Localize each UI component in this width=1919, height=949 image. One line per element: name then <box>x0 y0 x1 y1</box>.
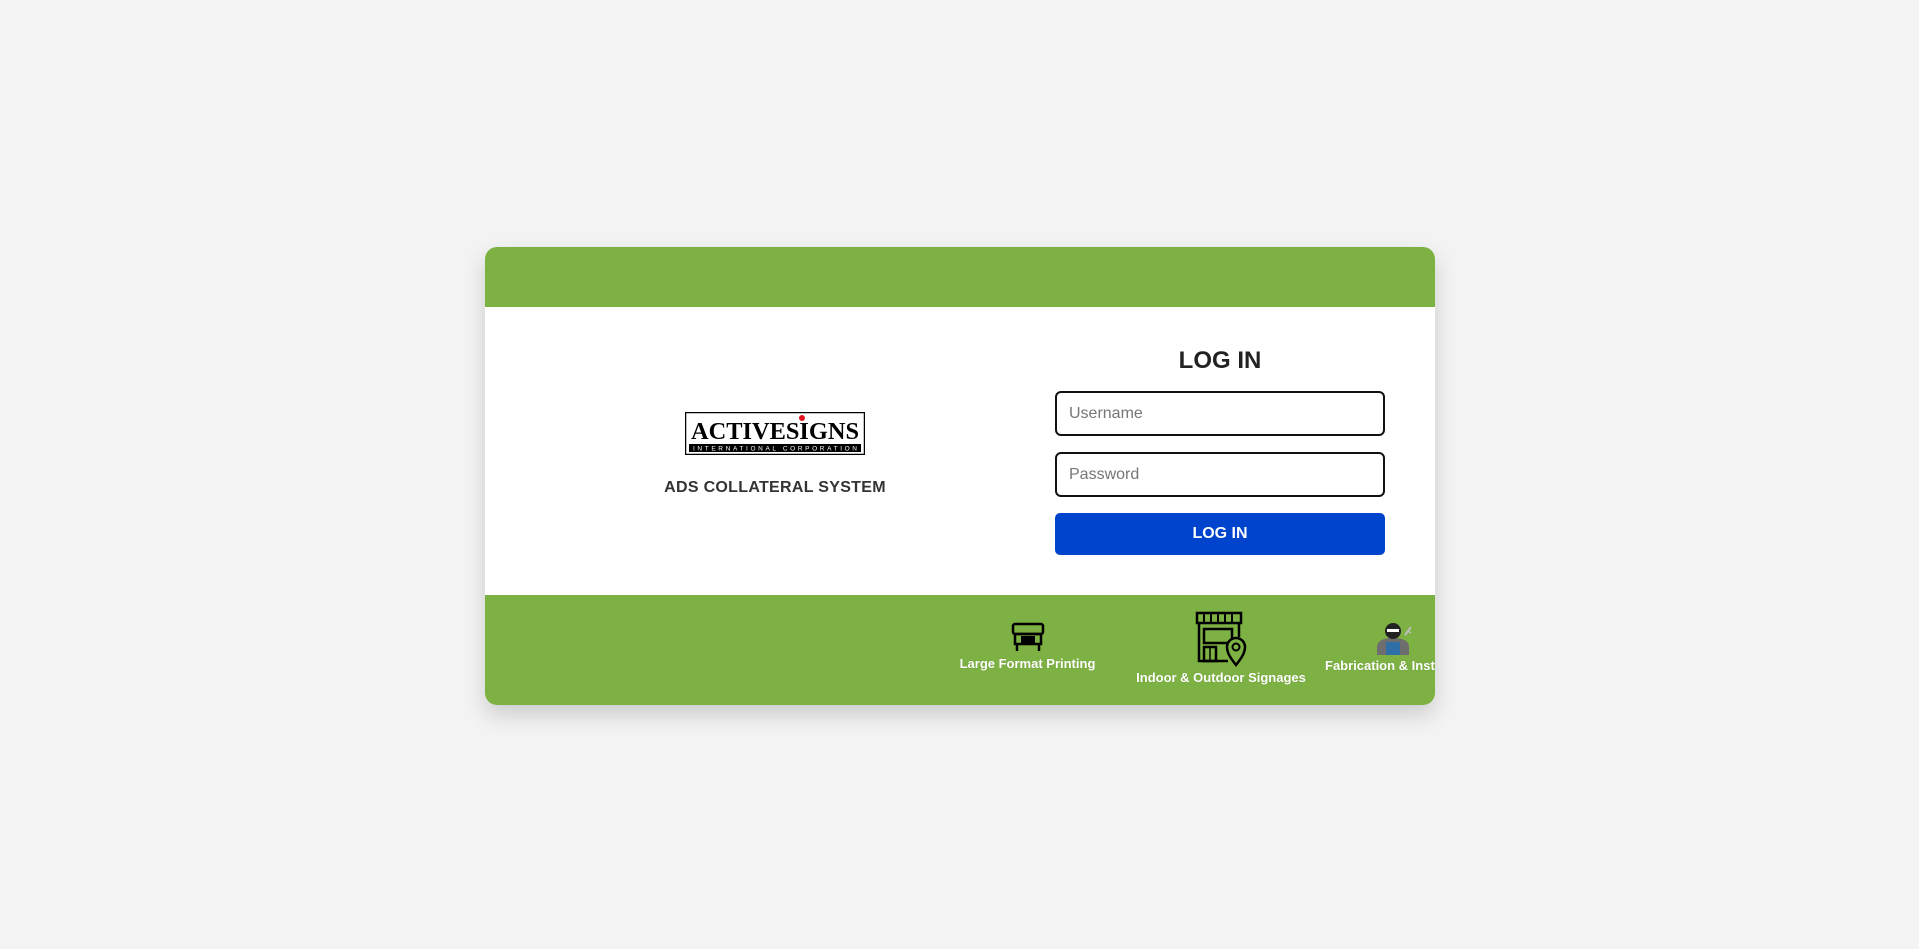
logo-text: ACTIVESIGNS <box>691 419 859 445</box>
activesigns-logo: ACTIVESIGNS INTERNATIONAL CORPORATION <box>685 412 865 455</box>
storefront-location-icon <box>1195 611 1247 667</box>
card-body: ACTIVESIGNS INTERNATIONAL CORPORATION AD… <box>485 307 1435 595</box>
password-input[interactable] <box>1055 452 1385 497</box>
username-input[interactable] <box>1055 391 1385 436</box>
system-title: ADS COLLATERAL SYSTEM <box>664 479 886 496</box>
printer-icon <box>1011 622 1044 651</box>
login-card: ACTIVESIGNS INTERNATIONAL CORPORATION AD… <box>485 247 1435 705</box>
login-form: LOG IN LOG IN <box>1055 307 1385 595</box>
brand-panel: ACTIVESIGNS INTERNATIONAL CORPORATION AD… <box>485 307 1065 595</box>
service-label: Fabrication & Install <box>1325 658 1435 673</box>
login-button[interactable]: LOG IN <box>1055 513 1385 555</box>
services-bar: Large Format Printing Indoor & Outdoor S… <box>485 595 1435 705</box>
card-header-bar <box>485 247 1435 307</box>
service-item-fabrication-install: Fabrication & Install <box>1325 621 1435 673</box>
service-item-large-format-printing: Large Format Printing <box>945 621 1110 671</box>
logo-subtext: INTERNATIONAL CORPORATION <box>693 446 857 453</box>
service-item-indoor-outdoor-signages: Indoor & Outdoor Signages <box>1121 611 1321 685</box>
welder-icon <box>1377 623 1412 655</box>
service-label: Indoor & Outdoor Signages <box>1136 670 1306 685</box>
login-title: LOG IN <box>1178 347 1262 374</box>
service-label: Large Format Printing <box>959 656 1096 671</box>
